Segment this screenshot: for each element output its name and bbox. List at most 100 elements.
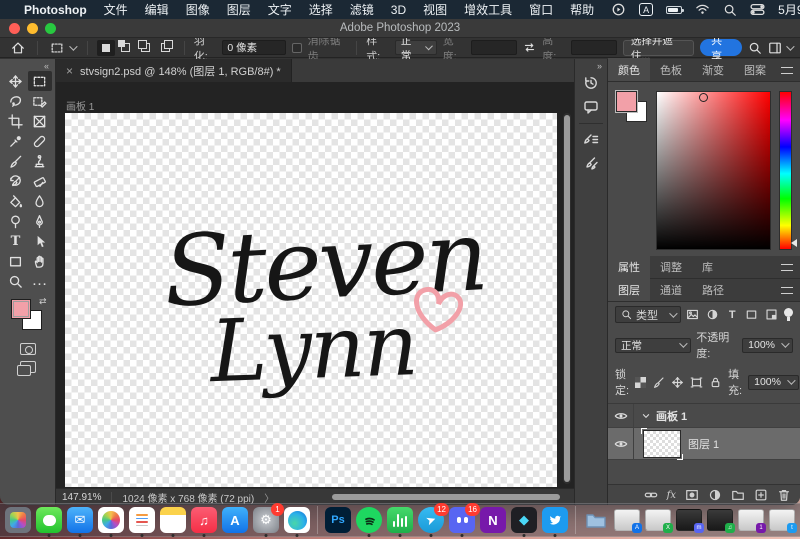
brush-tool[interactable] [4, 151, 28, 171]
panel-foreground-swatch[interactable] [616, 91, 637, 112]
expand-panels-button[interactable]: » [597, 61, 602, 71]
dock-music-icon[interactable]: ♫ [191, 507, 217, 533]
filter-shape-layers-icon[interactable] [745, 307, 760, 322]
move-tool[interactable] [4, 71, 28, 91]
color-picker-cursor[interactable] [699, 93, 708, 102]
panel-menu-icon[interactable] [781, 67, 793, 74]
artboard-label[interactable]: 画板 1 [66, 98, 94, 113]
history-brush-tool[interactable] [4, 171, 28, 191]
dock-launchpad-icon[interactable] [5, 507, 31, 533]
home-button[interactable] [8, 40, 28, 56]
zoom-tool[interactable] [4, 271, 28, 291]
paint-bucket-tool[interactable] [4, 191, 28, 211]
visibility-eye-icon[interactable] [608, 404, 634, 427]
lock-position-icon[interactable] [671, 376, 684, 389]
dodge-tool[interactable] [4, 211, 28, 231]
minimized-window-media[interactable]: m [676, 509, 702, 531]
layer-style-fx-icon[interactable]: fx [667, 490, 676, 501]
menu-view[interactable]: 视图 [423, 1, 447, 18]
style-select[interactable]: 正常 [395, 40, 437, 55]
rectangular-marquee-tool[interactable] [28, 71, 52, 91]
eyedropper-tool[interactable] [4, 131, 28, 151]
dock-onenote-icon[interactable]: N [480, 507, 506, 533]
history-panel-icon[interactable] [579, 71, 603, 95]
new-group-icon[interactable] [731, 488, 745, 502]
minimized-window-browser[interactable]: t [769, 509, 795, 531]
dock-system-settings-icon[interactable]: ⚙1 [253, 507, 279, 533]
dock-edge-browser-icon[interactable] [284, 507, 310, 533]
brushes-panel-icon[interactable] [579, 152, 603, 176]
new-layer-icon[interactable] [754, 488, 768, 502]
visibility-eye-icon[interactable] [608, 428, 634, 459]
tab-color[interactable]: 颜色 [608, 58, 650, 81]
layer-row-artboard[interactable]: 画板 1 [608, 404, 800, 428]
zoom-level-field[interactable]: 147.91% [62, 492, 101, 503]
rectangle-tool[interactable] [4, 251, 28, 271]
delete-layer-icon[interactable] [777, 488, 791, 502]
height-input[interactable] [571, 40, 617, 55]
lock-artboard-icon[interactable] [690, 376, 703, 389]
layer-thumbnail[interactable] [644, 431, 680, 457]
lock-all-icon[interactable] [709, 376, 722, 389]
minimized-window-terminal[interactable]: ♫ [707, 509, 733, 531]
eraser-tool[interactable] [28, 171, 52, 191]
filter-type-layers-icon[interactable]: T [725, 307, 740, 322]
lock-pixels-icon[interactable] [652, 376, 665, 389]
lasso-tool[interactable] [4, 91, 28, 111]
saturation-brightness-field[interactable] [656, 91, 771, 250]
foreground-color-swatch[interactable] [11, 299, 31, 319]
layer-row-selected[interactable]: 图层 1 [608, 428, 800, 460]
link-layers-icon[interactable] [644, 488, 658, 502]
window-title-bar[interactable]: Adobe Photoshop 2023 [0, 19, 800, 38]
screen-mode-button[interactable] [20, 361, 36, 373]
layer-filtering-toggle[interactable] [784, 308, 793, 321]
width-input[interactable] [471, 40, 517, 55]
tab-properties[interactable]: 属性 [608, 255, 650, 278]
control-center-icon[interactable] [750, 2, 765, 17]
dock-notes-icon[interactable] [160, 507, 186, 533]
dock-telegram-icon[interactable]: ➤12 [418, 507, 444, 533]
toolbar-collapse-button[interactable]: « [44, 61, 49, 71]
search-icon[interactable] [748, 41, 762, 55]
input-source-icon[interactable]: A [639, 3, 653, 16]
tab-gradients[interactable]: 渐变 [692, 58, 734, 81]
pen-tool[interactable] [28, 211, 52, 231]
document-tab[interactable]: × stvsign2.psd @ 148% (图层 1, RGB/8#) * [56, 59, 292, 82]
tab-channels[interactable]: 通道 [650, 278, 692, 301]
dock-spotify-icon[interactable] [356, 507, 382, 533]
filter-smart-objects-icon[interactable] [764, 307, 779, 322]
object-selection-tool[interactable] [28, 91, 52, 111]
minimized-window-photos[interactable]: A [614, 509, 640, 531]
menu-3d[interactable]: 3D [391, 3, 406, 17]
dock-discord-icon[interactable]: 16 [449, 507, 475, 533]
menu-file[interactable]: 文件 [104, 1, 128, 18]
tab-libraries[interactable]: 库 [692, 255, 723, 278]
layer-filter-type-select[interactable]: 类型 [615, 306, 681, 323]
opacity-select[interactable]: 100% [742, 338, 793, 353]
hue-slider-handle[interactable] [791, 239, 797, 247]
clone-stamp-tool[interactable] [28, 151, 52, 171]
dock-downloads-folder-icon[interactable] [583, 507, 609, 533]
menu-select[interactable]: 选择 [309, 1, 333, 18]
dock-dark-notes-app-icon[interactable]: ◆ [511, 507, 537, 533]
edit-toolbar-button[interactable]: … [28, 271, 52, 291]
wifi-icon[interactable] [695, 2, 710, 17]
intersect-selection-button[interactable] [157, 40, 175, 56]
tab-swatches[interactable]: 色板 [650, 58, 692, 81]
share-button[interactable]: 共享 [700, 39, 742, 56]
screen-record-icon[interactable] [611, 2, 626, 17]
layer-row-name[interactable]: 图层 1 [688, 436, 719, 452]
swap-dimensions-icon[interactable] [523, 41, 536, 54]
menu-bar-clock[interactable]: 5月9日 周二 下午3:22 [778, 1, 800, 18]
dock-twitter-icon[interactable] [542, 507, 568, 533]
blend-mode-select[interactable]: 正常 [615, 338, 691, 353]
vertical-scrollbar[interactable] [563, 113, 571, 484]
menu-help[interactable]: 帮助 [570, 1, 594, 18]
chevron-down-icon[interactable] [640, 410, 652, 422]
artboard-row-name[interactable]: 画板 1 [656, 408, 687, 424]
dock-photos-icon[interactable] [98, 507, 124, 533]
canvas-area[interactable]: 画板 1 Steven Lynn [56, 82, 574, 488]
dock-equalizer-app-icon[interactable] [387, 507, 413, 533]
tab-patterns[interactable]: 图案 [734, 58, 776, 81]
hand-tool[interactable] [28, 251, 52, 271]
